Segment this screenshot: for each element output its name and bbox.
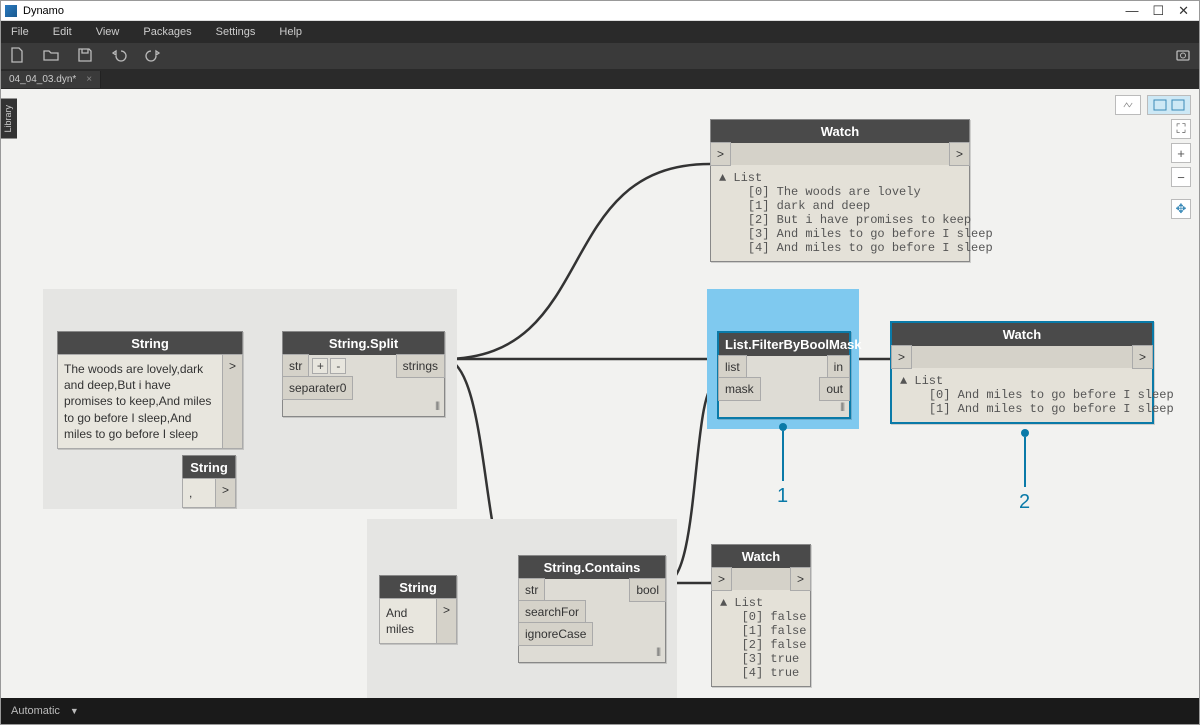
remove-input-button[interactable]: - xyxy=(330,358,346,374)
redo-icon[interactable] xyxy=(145,47,161,66)
output-port[interactable]: > xyxy=(949,142,970,166)
tab-document[interactable]: 04_04_03.dyn* × xyxy=(1,71,101,88)
input-port-ignorecase[interactable]: ignoreCase xyxy=(518,622,593,646)
output-port-bool[interactable]: bool xyxy=(629,578,666,602)
node-string-input-1[interactable]: String The woods are lovely,dark and dee… xyxy=(57,331,243,449)
open-file-icon[interactable] xyxy=(43,47,59,66)
workspace[interactable]: Library ⛶ + − ✥ xyxy=(1,89,1199,698)
watch-content: ▲ List [0] And miles to go before I slee… xyxy=(892,368,1152,422)
input-port-str[interactable]: str xyxy=(282,354,309,378)
window-maximize-button[interactable]: ☐ xyxy=(1152,3,1164,19)
node-title: Watch xyxy=(712,545,810,568)
callout-1: 1 xyxy=(777,423,788,508)
watch-content: ▲ List [0] The woods are lovely [1] dark… xyxy=(711,165,969,261)
toolbar xyxy=(1,43,1199,69)
title-bar: Dynamo — ☐ ✕ xyxy=(1,1,1199,21)
run-mode-label: Automatic xyxy=(11,705,60,717)
node-title: String.Split xyxy=(283,332,444,355)
status-bar: Automatic ▼ xyxy=(1,698,1199,724)
lacing-icon[interactable]: ⦀ xyxy=(656,647,661,660)
menu-settings[interactable]: Settings xyxy=(216,26,256,38)
input-port-separator[interactable]: separater0 xyxy=(282,376,353,400)
output-port[interactable]: > xyxy=(790,567,811,591)
input-port-searchfor[interactable]: searchFor xyxy=(518,600,586,624)
app-logo-icon xyxy=(5,5,17,17)
app-title: Dynamo xyxy=(23,5,64,17)
node-title: List.FilterByBoolMask xyxy=(719,333,849,356)
document-tabs: 04_04_03.dyn* × xyxy=(1,69,1199,89)
output-port[interactable]: > xyxy=(215,478,236,508)
node-string-input-2[interactable]: String , > xyxy=(182,455,236,508)
node-string-input-3[interactable]: String And miles > xyxy=(379,575,457,644)
tab-close-icon[interactable]: × xyxy=(86,74,92,85)
output-port-strings[interactable]: strings xyxy=(396,354,445,378)
input-port-str[interactable]: str xyxy=(518,578,545,602)
node-filter-by-bool-mask[interactable]: List.FilterByBoolMask list in mask out ⦀ xyxy=(717,331,851,419)
input-port[interactable]: > xyxy=(710,142,731,166)
chevron-down-icon: ▼ xyxy=(70,706,79,716)
menu-help[interactable]: Help xyxy=(279,26,302,38)
node-string-contains[interactable]: String.Contains str bool searchFor ignor… xyxy=(518,555,666,663)
output-port[interactable]: > xyxy=(222,354,243,449)
node-string-split[interactable]: String.Split str + - strings separater0 … xyxy=(282,331,445,417)
add-input-button[interactable]: + xyxy=(312,358,328,374)
node-watch-1[interactable]: Watch > > ▲ List [0] The woods are lovel… xyxy=(710,119,970,262)
watch-content: ▲ List [0] false [1] false [2] false [3]… xyxy=(712,590,810,686)
input-port-list[interactable]: list xyxy=(718,355,747,379)
output-port[interactable]: > xyxy=(1132,345,1153,369)
menu-bar: File Edit View Packages Settings Help xyxy=(1,21,1199,43)
window-close-button[interactable]: ✕ xyxy=(1178,3,1189,19)
tab-label: 04_04_03.dyn* xyxy=(9,74,76,85)
callout-2: 2 xyxy=(1019,429,1030,514)
save-file-icon[interactable] xyxy=(77,47,93,66)
menu-view[interactable]: View xyxy=(96,26,120,38)
node-title: String.Contains xyxy=(519,556,665,579)
output-port-out[interactable]: out xyxy=(819,377,850,401)
node-watch-2[interactable]: Watch > > ▲ List [0] false [1] false [2]… xyxy=(711,544,811,687)
new-file-icon[interactable] xyxy=(9,47,25,66)
string-value[interactable]: , xyxy=(182,478,217,508)
menu-file[interactable]: File xyxy=(11,26,29,38)
input-port-mask[interactable]: mask xyxy=(718,377,761,401)
node-title: String xyxy=(183,456,235,479)
node-title: String xyxy=(380,576,456,599)
lacing-icon[interactable]: ⦀ xyxy=(840,402,845,415)
string-value[interactable]: The woods are lovely,dark and deep,But i… xyxy=(57,354,224,449)
node-title: Watch xyxy=(711,120,969,143)
node-title: Watch xyxy=(892,323,1152,346)
window-minimize-button[interactable]: — xyxy=(1125,3,1138,19)
string-value[interactable]: And miles xyxy=(379,598,438,644)
menu-packages[interactable]: Packages xyxy=(143,26,191,38)
output-port[interactable]: > xyxy=(436,598,457,644)
lacing-icon[interactable]: ⦀ xyxy=(435,401,440,414)
screenshot-icon[interactable] xyxy=(1175,47,1191,66)
node-title: String xyxy=(58,332,242,355)
input-port[interactable]: > xyxy=(891,345,912,369)
node-watch-3[interactable]: Watch > > ▲ List [0] And miles to go bef… xyxy=(890,321,1154,424)
undo-icon[interactable] xyxy=(111,47,127,66)
input-port[interactable]: > xyxy=(711,567,732,591)
run-mode-selector[interactable]: Automatic ▼ xyxy=(11,705,79,717)
output-port-in[interactable]: in xyxy=(827,355,850,379)
menu-edit[interactable]: Edit xyxy=(53,26,72,38)
